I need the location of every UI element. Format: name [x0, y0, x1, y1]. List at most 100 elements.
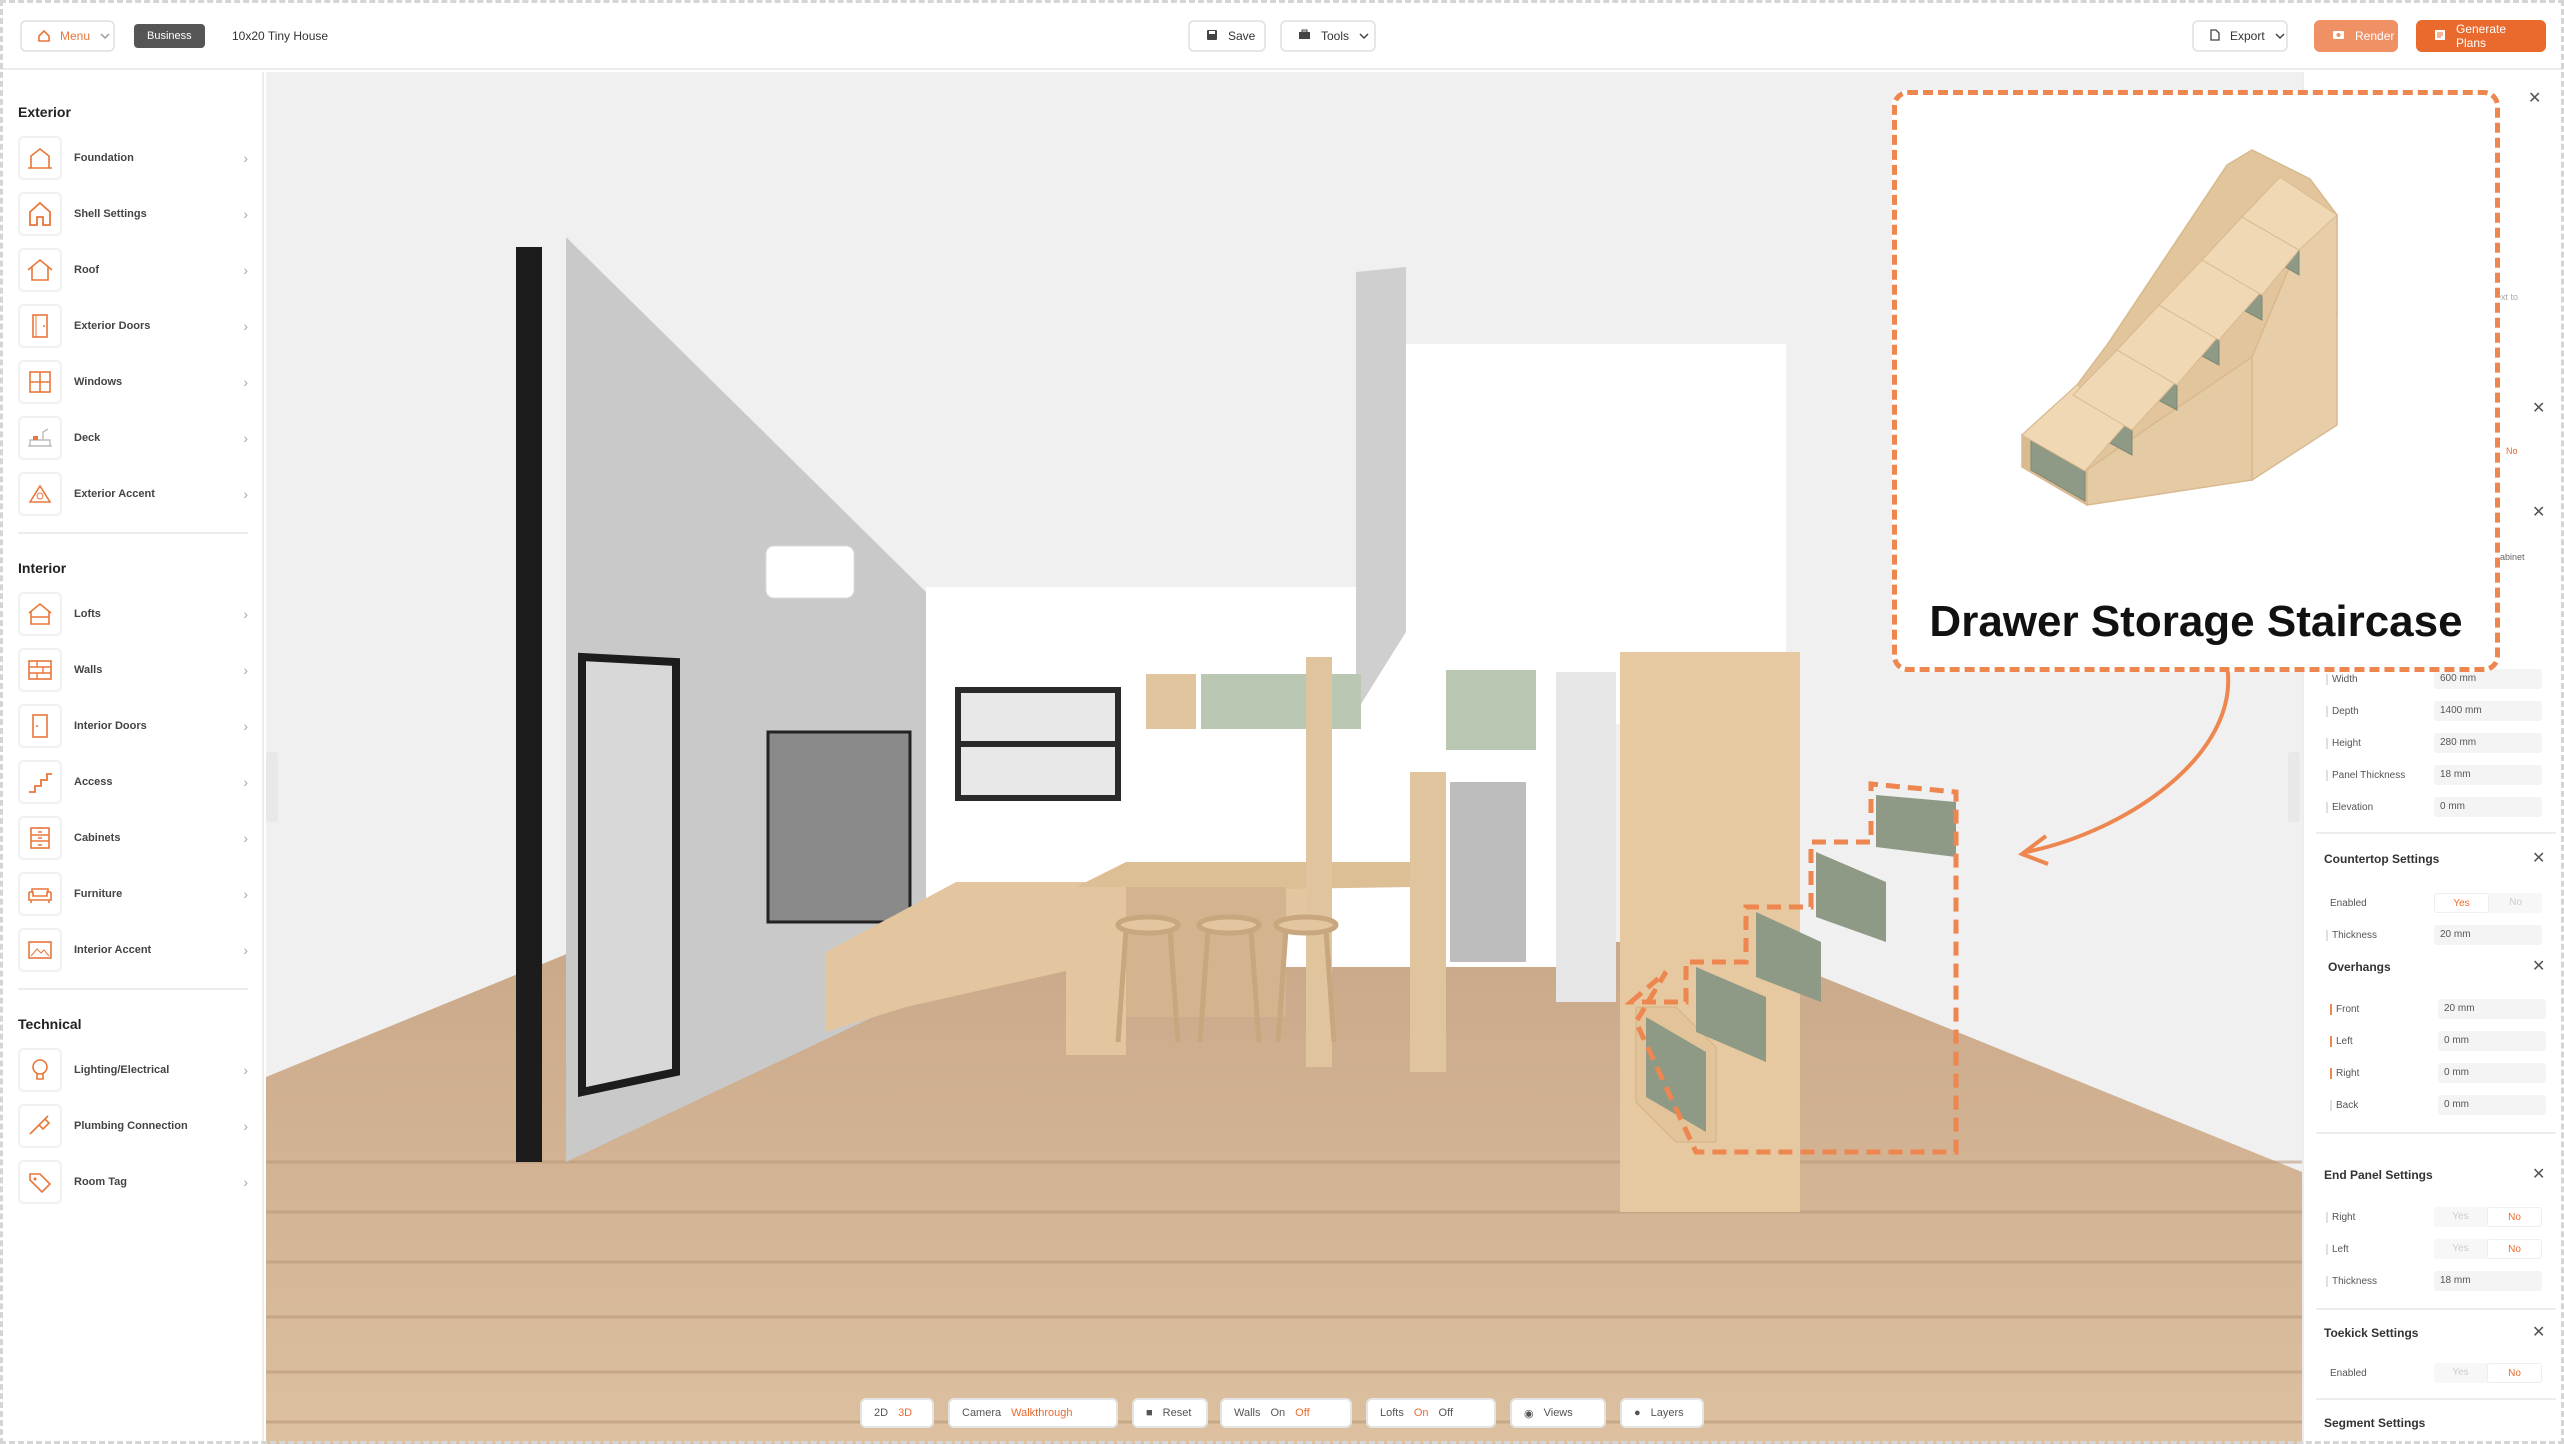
countertop-settings-title: Countertop Settings: [2324, 852, 2440, 866]
save-button[interactable]: Save: [1188, 20, 1266, 52]
chevron-right-icon: ›: [243, 318, 248, 334]
sidebar-item-label: Exterior Accent: [74, 488, 155, 500]
sidebar-item-furniture[interactable]: Furniture ›: [18, 870, 248, 918]
field-overhang-back[interactable]: Back 0 mm: [2330, 1094, 2550, 1116]
lofts-on-option[interactable]: On: [1414, 1407, 1429, 1419]
window-icon: [18, 360, 62, 404]
sidebar-item-foundation[interactable]: Foundation ›: [18, 134, 248, 182]
reset-label: Reset: [1162, 1407, 1192, 1419]
sidebar-item-plumbing-connection[interactable]: Plumbing Connection ›: [18, 1102, 248, 1150]
deck-icon: [18, 416, 62, 460]
view-mode-toggle[interactable]: 2D 3D: [860, 1398, 934, 1428]
sidebar-item-exterior-accent[interactable]: Exterior Accent ›: [18, 470, 248, 518]
walls-toggle[interactable]: Walls On Off: [1220, 1398, 1352, 1428]
chevron-right-icon: ›: [243, 606, 248, 622]
sidebar-item-label: Deck: [74, 432, 101, 444]
close-section-icon[interactable]: ✕: [2532, 1322, 2545, 1342]
tools-button[interactable]: Tools: [1280, 20, 1376, 52]
layers-label: Layers: [1650, 1407, 1684, 1419]
sidebar-item-label: Windows: [74, 376, 123, 388]
sidebar-item-windows[interactable]: Windows ›: [18, 358, 248, 406]
sidebar-item-label: Room Tag: [74, 1176, 127, 1188]
field-depth[interactable]: Depth 1400 mm: [2326, 700, 2546, 722]
left-sidebar: Exterior Foundation › Shell Settings › R…: [0, 72, 264, 1444]
field-end-panel-thickness[interactable]: Thickness 18 mm: [2326, 1270, 2546, 1292]
generate-plans-label: Generate Plans: [2456, 22, 2507, 50]
chevron-right-icon: ›: [243, 374, 248, 390]
generate-plans-button[interactable]: Generate Plans: [2416, 20, 2546, 52]
camera-option[interactable]: Camera: [962, 1407, 1001, 1419]
end-panel-right-toggle[interactable]: Right Yes No: [2326, 1206, 2546, 1228]
walls-off-option[interactable]: Off: [1295, 1407, 1309, 1419]
close-section-icon[interactable]: ✕: [2532, 398, 2545, 418]
views-button[interactable]: ◉ Views: [1510, 1398, 1606, 1428]
walls-on-option[interactable]: On: [1270, 1407, 1285, 1419]
cabinet-icon: [18, 816, 62, 860]
section-divider: [2316, 832, 2556, 834]
foundation-icon: [18, 136, 62, 180]
partial-no-option[interactable]: No: [2506, 446, 2518, 456]
sidebar-item-label: Walls: [74, 664, 103, 676]
lofts-toggle[interactable]: Lofts On Off: [1366, 1398, 1496, 1428]
countertop-enabled-toggle[interactable]: Enabled Yes No: [2326, 892, 2546, 914]
field-panel-thickness[interactable]: Panel Thickness 18 mm: [2326, 764, 2546, 786]
tools-label: Tools: [1321, 29, 1350, 43]
export-label: Export: [2230, 29, 2265, 43]
sidebar-item-interior-doors[interactable]: Interior Doors ›: [18, 702, 248, 750]
render-button[interactable]: Render: [2314, 20, 2398, 52]
left-collapse-handle[interactable]: [266, 752, 278, 822]
field-overhang-left[interactable]: Left 0 mm: [2330, 1030, 2550, 1052]
close-section-icon[interactable]: ✕: [2532, 848, 2545, 868]
chevron-down-icon: [100, 29, 110, 43]
close-section-icon[interactable]: ✕: [2532, 956, 2545, 976]
chevron-right-icon: ›: [243, 1118, 248, 1134]
camera-mode-toggle[interactable]: Camera Walkthrough: [948, 1398, 1118, 1428]
field-elevation[interactable]: Elevation 0 mm: [2326, 796, 2546, 818]
sidebar-item-cabinets[interactable]: Cabinets ›: [18, 814, 248, 862]
reset-button[interactable]: ■ Reset: [1132, 1398, 1208, 1428]
sidebar-item-room-tag[interactable]: Room Tag ›: [18, 1158, 248, 1206]
chevron-right-icon: ›: [243, 486, 248, 502]
sidebar-item-access[interactable]: Access ›: [18, 758, 248, 806]
stairs-icon: [18, 760, 62, 804]
field-countertop-thickness[interactable]: Thickness 20 mm: [2326, 924, 2546, 946]
save-label: Save: [1228, 29, 1256, 43]
toekick-settings-title: Toekick Settings: [2324, 1326, 2419, 1340]
lofts-off-option[interactable]: Off: [1439, 1407, 1453, 1419]
menu-button[interactable]: Menu: [20, 20, 115, 52]
close-section-icon[interactable]: ✕: [2532, 502, 2545, 522]
close-panel-icon[interactable]: ✕: [2528, 88, 2541, 108]
plumbing-icon: [18, 1104, 62, 1148]
sidebar-item-label: Plumbing Connection: [74, 1120, 188, 1132]
chevron-down-icon: [2275, 29, 2285, 43]
view-2d-option[interactable]: 2D: [874, 1407, 888, 1419]
walkthrough-option[interactable]: Walkthrough: [1011, 1407, 1072, 1419]
sidebar-item-roof[interactable]: Roof ›: [18, 246, 248, 294]
sidebar-item-walls[interactable]: Walls ›: [18, 646, 248, 694]
layers-button[interactable]: ● Layers: [1620, 1398, 1704, 1428]
sidebar-item-interior-accent[interactable]: Interior Accent ›: [18, 926, 248, 974]
section-divider: [2316, 1308, 2556, 1310]
right-collapse-handle[interactable]: [2288, 752, 2300, 822]
project-name[interactable]: 10x20 Tiny House: [232, 29, 328, 43]
toekick-enabled-toggle[interactable]: Enabled Yes No: [2326, 1362, 2546, 1384]
sidebar-item-label: Shell Settings: [74, 208, 147, 220]
sidebar-item-lighting-electrical[interactable]: Lighting/Electrical ›: [18, 1046, 248, 1094]
loft-icon: [18, 592, 62, 636]
sidebar-item-shell-settings[interactable]: Shell Settings ›: [18, 190, 248, 238]
staircase-illustration: [2020, 149, 2338, 507]
feature-callout: Drawer Storage Staircase: [1892, 90, 2500, 672]
view-3d-option[interactable]: 3D: [898, 1407, 912, 1419]
export-button[interactable]: Export: [2192, 20, 2288, 52]
sidebar-item-exterior-doors[interactable]: Exterior Doors ›: [18, 302, 248, 350]
close-section-icon[interactable]: ✕: [2532, 1164, 2545, 1184]
accent-icon: [18, 472, 62, 516]
field-overhang-right[interactable]: Right 0 mm: [2330, 1062, 2550, 1084]
house-shell-icon: [18, 192, 62, 236]
overhangs-title: Overhangs: [2328, 960, 2391, 974]
end-panel-left-toggle[interactable]: Left Yes No: [2326, 1238, 2546, 1260]
field-overhang-front[interactable]: Front 20 mm: [2330, 998, 2550, 1020]
sidebar-item-deck[interactable]: Deck ›: [18, 414, 248, 462]
sidebar-item-lofts[interactable]: Lofts ›: [18, 590, 248, 638]
field-height[interactable]: Height 280 mm: [2326, 732, 2546, 754]
